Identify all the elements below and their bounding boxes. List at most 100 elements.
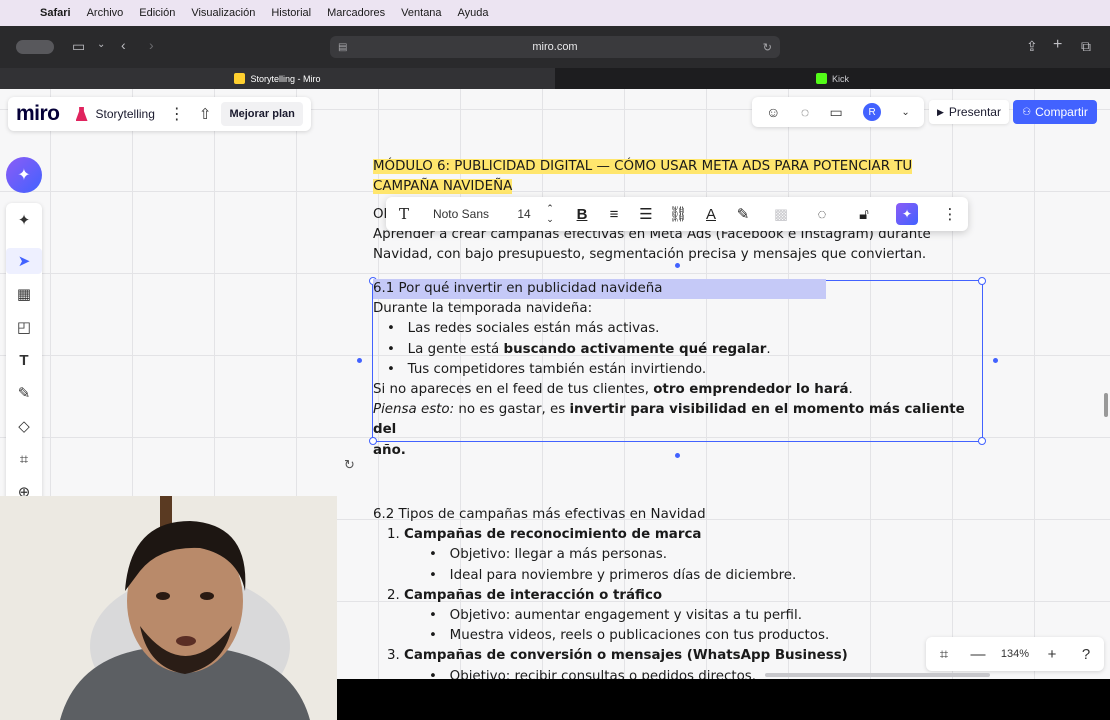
upgrade-plan-button[interactable]: Mejorar plan — [221, 102, 303, 126]
play-icon: ▶ — [937, 106, 944, 117]
more-options-icon[interactable]: ⋮ — [940, 197, 960, 231]
address-bar[interactable]: ▤ miro.com ↻ — [330, 36, 780, 58]
share-icon[interactable]: ⇪ — [1026, 38, 1038, 55]
resize-handle[interactable] — [978, 277, 986, 285]
sparkle-icon[interactable]: ✦ — [6, 207, 42, 233]
connector-dot[interactable] — [993, 358, 998, 363]
bullet-text: Muestra videos, reels o publicaciones co… — [449, 628, 830, 644]
bullet-text: Objetivo: llegar a más personas. — [449, 547, 667, 563]
text-color-icon[interactable]: A — [701, 197, 721, 231]
highlight-icon[interactable]: ✎ — [733, 197, 753, 231]
share-button[interactable]: ⚇ Compartir — [1013, 100, 1097, 124]
chevron-down-icon[interactable]: ⌄ — [97, 39, 105, 50]
font-size-stepper-icon[interactable]: ⌃ ⌄ — [542, 197, 558, 231]
section-6-1-intro: Durante la temporada navideña: — [373, 301, 593, 317]
text-format-toolbar: T Noto Sans 14 ⌃ ⌄ B ≡ ☰ ⛓ A ✎ ▩ ◌ 🔓︎ ✦ ⋮ — [386, 197, 968, 231]
select-tool-icon[interactable]: ➤ — [6, 248, 42, 274]
window-controls[interactable] — [16, 40, 54, 54]
templates-icon[interactable]: ▦ — [6, 281, 42, 307]
sticky-note-icon[interactable]: ◰ — [6, 314, 42, 340]
paragraph-text: no es gastar, es — [454, 402, 570, 418]
menu-marcadores[interactable]: Marcadores — [327, 7, 385, 19]
avatar[interactable]: R — [863, 103, 882, 121]
board-menu-icon[interactable]: ⋮ — [169, 104, 185, 124]
tab-label: Storytelling - Miro — [250, 73, 321, 84]
zoom-in-icon[interactable]: + — [1040, 637, 1064, 671]
tab-label: Kick — [831, 73, 849, 84]
rotate-icon[interactable]: ↻ — [344, 457, 355, 473]
align-left-icon[interactable]: ≡ — [604, 197, 624, 231]
page-icon: ▤ — [338, 41, 348, 53]
font-size-field[interactable]: 14 — [512, 197, 536, 231]
reactions-icon[interactable]: ☺ — [766, 104, 780, 120]
menu-app-name[interactable]: Safari — [40, 7, 71, 19]
bullet-text: Tus competidores también están invirtien… — [407, 361, 707, 377]
bullet-list-icon[interactable]: ☰ — [636, 197, 656, 231]
font-family-select[interactable]: Noto Sans — [428, 197, 494, 231]
ai-assistant-button[interactable]: ✦ — [6, 157, 42, 193]
reload-icon[interactable]: ↻ — [763, 41, 772, 54]
list-number: 2. — [387, 587, 400, 603]
module-title-line1: MÓDULO 6: PUBLICIDAD DIGITAL — CÓMO USAR… — [373, 159, 913, 174]
url-text: miro.com — [532, 41, 578, 53]
chat-icon[interactable]: ◌ — [801, 104, 809, 120]
creation-toolbar: ✦ ➤ ▦ ◰ T ✎ ◇ ⌗ ⊕ — [6, 203, 42, 503]
menu-edicion[interactable]: Edición — [139, 7, 175, 19]
link-icon[interactable]: ⛓ — [668, 197, 688, 231]
board-name[interactable]: Storytelling — [96, 107, 155, 121]
tab-overview-icon[interactable]: ⧉ — [1081, 38, 1091, 55]
collaboration-toolbar: ☺ ◌ ▭ R ⌄ — [752, 97, 924, 127]
tab-kick[interactable]: Kick — [555, 68, 1110, 89]
paragraph: año. — [373, 441, 973, 461]
new-tab-icon[interactable]: + — [1053, 36, 1062, 54]
connector-dot[interactable] — [675, 263, 680, 268]
miro-favicon-icon — [234, 73, 246, 84]
list-item: • La gente está buscando activamente qué… — [387, 341, 771, 357]
section-6-2: 6.2 Tipos de campañas más efectivas en N… — [373, 505, 973, 679]
vertical-scrollbar[interactable] — [1104, 393, 1108, 417]
menu-ayuda[interactable]: Ayuda — [458, 7, 489, 19]
fit-to-screen-icon[interactable]: ⌗ — [932, 637, 956, 671]
resize-handle[interactable] — [978, 437, 986, 445]
list-number: 3. — [387, 648, 400, 664]
text-tool-icon[interactable]: T — [6, 347, 42, 373]
help-icon[interactable]: ? — [1074, 637, 1098, 671]
paragraph-bold: otro emprendedor lo hará — [653, 382, 849, 398]
sidebar-icon[interactable]: ▭ — [72, 38, 85, 55]
list-number: 1. — [387, 527, 400, 543]
chevron-down-icon[interactable]: ⌄ — [901, 107, 909, 118]
zoom-out-icon[interactable]: — — [966, 637, 990, 671]
tab-storytelling-miro[interactable]: Storytelling - Miro — [0, 68, 555, 89]
fill-color-icon[interactable]: ▩ — [771, 197, 791, 231]
paragraph-italic: Piensa esto: — [373, 402, 455, 418]
menu-visualizacion[interactable]: Visualización — [191, 7, 255, 19]
list-item: 2. Campañas de interacción o tráfico — [373, 586, 973, 606]
paragraph: Si no apareces en el feed de tus cliente… — [373, 380, 973, 400]
pen-tool-icon[interactable]: ✎ — [6, 380, 42, 406]
back-icon[interactable]: ‹ — [121, 37, 126, 53]
menu-archivo[interactable]: Archivo — [87, 7, 124, 19]
zoom-level[interactable]: 134% — [996, 637, 1034, 671]
shapes-icon[interactable]: ◇ — [6, 413, 42, 439]
text-style-icon[interactable]: T — [392, 197, 416, 231]
kick-favicon-icon — [815, 73, 827, 84]
comment-icon[interactable]: ◌ — [812, 197, 832, 231]
section-6-1[interactable]: 6.1 Por qué invertir en publicidad navid… — [373, 279, 973, 461]
bullet-text: . — [766, 341, 771, 357]
board-icon — [75, 107, 88, 121]
menu-historial[interactable]: Historial — [271, 7, 311, 19]
forward-icon[interactable]: › — [149, 37, 154, 53]
connector-dot[interactable] — [357, 358, 362, 363]
ai-sparkle-icon[interactable]: ✦ — [896, 203, 918, 225]
horizontal-scrollbar[interactable] — [765, 673, 990, 677]
bold-icon[interactable]: B — [572, 197, 592, 231]
video-call-icon[interactable]: ▭ — [829, 104, 842, 121]
export-icon[interactable]: ⇧ — [199, 105, 212, 123]
lock-icon[interactable]: 🔓︎ — [854, 197, 874, 231]
frame-tool-icon[interactable]: ⌗ — [6, 446, 42, 472]
bullet-text: Ideal para noviembre y primeros días de … — [449, 567, 797, 583]
share-label: Compartir — [1035, 105, 1088, 119]
menu-ventana[interactable]: Ventana — [401, 7, 441, 19]
miro-logo[interactable]: miro — [16, 102, 60, 126]
present-button[interactable]: ▶ Presentar — [929, 100, 1009, 124]
